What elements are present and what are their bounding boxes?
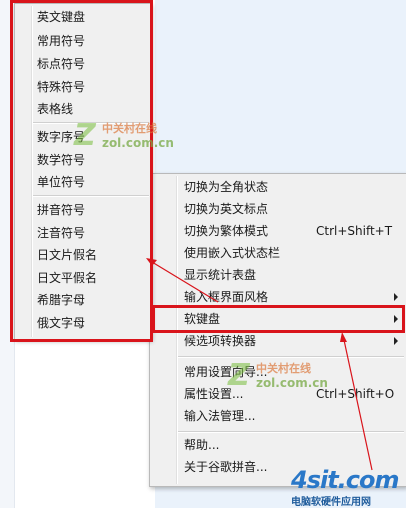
chevron-right-icon <box>394 315 398 323</box>
menu-item-english-punctuation[interactable]: 切换为英文标点 <box>150 198 406 220</box>
site-logo: 4sit.com 电脑软硬件应用网 <box>291 466 400 508</box>
submenu-item-unit-symbols[interactable]: 单位符号 <box>15 171 151 193</box>
background-window-edge <box>0 0 15 508</box>
shortcut-label: Ctrl+Shift+T <box>316 224 393 238</box>
ime-context-menu: 切换为全角状态 切换为英文标点 切换为繁体模式 Ctrl+Shift+T 使用嵌… <box>149 173 406 487</box>
soft-keyboard-submenu: 英文键盘 常用符号 标点符号 特殊符号 表格线 数字序号 数学符号 单位符号 拼… <box>14 3 152 340</box>
submenu-item-zhuyin-symbols[interactable]: 注音符号 <box>15 222 151 244</box>
menu-separator <box>33 122 149 124</box>
menu-separator <box>33 195 149 197</box>
menu-item-embedded-statusbar[interactable]: 使用嵌入式状态栏 <box>150 242 406 264</box>
menu-item-properties[interactable]: 属性设置... Ctrl+Shift+O <box>150 383 406 405</box>
submenu-item-special-symbols[interactable]: 特殊符号 <box>15 76 151 98</box>
submenu-item-number-sequence[interactable]: 数字序号 <box>15 126 151 148</box>
chevron-right-icon <box>394 337 398 345</box>
submenu-item-hiragana[interactable]: 日文平假名 <box>15 267 151 289</box>
submenu-item-common-symbols[interactable]: 常用符号 <box>15 30 151 52</box>
submenu-item-pinyin-symbols[interactable]: 拼音符号 <box>15 199 151 221</box>
menu-separator <box>178 431 404 433</box>
menu-item-soft-keyboard[interactable]: 软键盘 <box>150 308 406 330</box>
submenu-item-greek[interactable]: 希腊字母 <box>15 289 151 311</box>
menu-item-statistics-dashboard[interactable]: 显示统计表盘 <box>150 264 406 286</box>
menu-item-candidate-converter[interactable]: 候选项转换器 <box>150 330 406 352</box>
menu-item-traditional-mode[interactable]: 切换为繁体模式 Ctrl+Shift+T <box>150 220 406 242</box>
menu-item-help[interactable]: 帮助... <box>150 434 406 456</box>
submenu-item-russian[interactable]: 俄文字母 <box>15 312 151 334</box>
submenu-item-table-lines[interactable]: 表格线 <box>15 98 151 120</box>
shortcut-label: Ctrl+Shift+O <box>316 387 395 401</box>
menu-item-ime-management[interactable]: 输入法管理... <box>150 405 406 427</box>
submenu-item-punctuation[interactable]: 标点符号 <box>15 53 151 75</box>
menu-item-full-width[interactable]: 切换为全角状态 <box>150 176 406 198</box>
submenu-item-math-symbols[interactable]: 数学符号 <box>15 149 151 171</box>
chevron-right-icon <box>394 293 398 301</box>
menu-item-setup-wizard[interactable]: 常用设置向导... <box>150 361 406 383</box>
menu-separator <box>178 356 404 358</box>
submenu-item-katakana[interactable]: 日文片假名 <box>15 244 151 266</box>
menu-item-input-box-style[interactable]: 输入框界面风格 <box>150 286 406 308</box>
submenu-item-english-keyboard[interactable]: 英文键盘 <box>15 6 151 28</box>
